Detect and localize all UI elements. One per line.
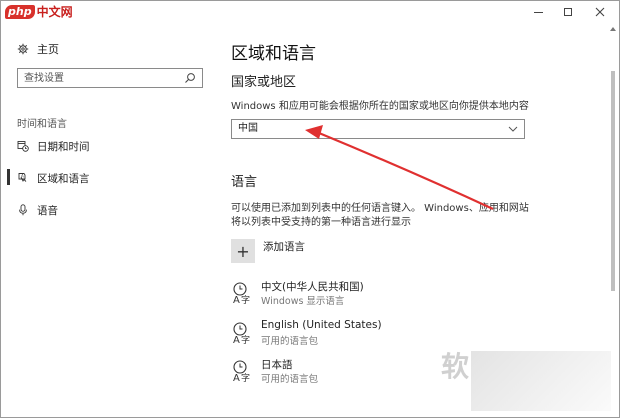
- sidebar: 主页 时间和语言 日期和时间 A: [1, 23, 209, 418]
- add-language-button[interactable]: +: [231, 239, 255, 263]
- sidebar-item-region-language[interactable]: A 区域和语言: [17, 170, 90, 186]
- close-icon: [595, 7, 605, 17]
- language-status: 可用的语言包: [261, 336, 319, 347]
- minimize-button[interactable]: [525, 1, 551, 23]
- language-clock-icon: A 字: [233, 322, 250, 345]
- language-clock-icon: A 字: [233, 360, 250, 383]
- sidebar-item-home[interactable]: 主页: [17, 41, 59, 57]
- scroll-up-arrow-icon[interactable]: [609, 25, 617, 33]
- svg-text:A: A: [233, 373, 240, 383]
- minimize-icon: [533, 11, 543, 13]
- country-section-title: 国家或地区: [231, 75, 297, 90]
- calendar-clock-icon: [17, 141, 29, 152]
- country-dropdown-value: 中国: [238, 123, 258, 134]
- scroll-thumb[interactable]: [611, 71, 615, 291]
- sidebar-item-speech[interactable]: 语音: [17, 202, 58, 218]
- country-description: Windows 和应用可能会根据你所在的国家或地区向你提供本地内容: [231, 101, 529, 112]
- language-status: 可用的语言包: [261, 374, 319, 385]
- sidebar-item-label: 区域和语言: [37, 172, 90, 185]
- sidebar-item-label: 日期和时间: [37, 140, 90, 153]
- chevron-down-icon: [508, 126, 518, 132]
- title-bar: php 中文网: [1, 1, 619, 23]
- svg-text:字: 字: [241, 334, 250, 345]
- site-logo: php 中文网: [5, 3, 73, 20]
- sidebar-home-label: 主页: [37, 43, 59, 56]
- sidebar-item-date-time[interactable]: 日期和时间: [17, 138, 90, 154]
- svg-text:A: A: [233, 335, 240, 345]
- sidebar-section-heading: 时间和语言: [17, 119, 67, 130]
- search-input[interactable]: [18, 69, 178, 87]
- language-description-line1: 可以使用已添加到列表中的任何语言键入。 Windows、应用和网站: [231, 203, 529, 214]
- maximize-icon: [564, 8, 572, 16]
- language-clock-icon: A 字: [233, 282, 250, 305]
- selection-indicator: [7, 169, 10, 185]
- country-dropdown[interactable]: 中国: [231, 119, 525, 139]
- maximize-button[interactable]: [555, 1, 581, 23]
- plus-icon: +: [236, 241, 250, 261]
- language-status: Windows 显示语言: [261, 296, 345, 307]
- watermark-text: 软: [441, 350, 470, 383]
- language-section-title: 语言: [231, 175, 258, 190]
- page-title: 区域和语言: [231, 44, 316, 64]
- gear-icon: [17, 43, 29, 55]
- language-name: English (United States): [261, 319, 382, 331]
- language-name: 中文(中华人民共和国): [261, 281, 364, 293]
- language-name: 日本語: [261, 359, 293, 371]
- globe-keyboard-icon: A: [18, 173, 27, 182]
- language-item[interactable]: A 字 中文(中华人民共和国) Windows 显示语言: [231, 279, 531, 309]
- add-language-label[interactable]: 添加语言: [263, 239, 305, 254]
- microphone-icon: [19, 204, 27, 216]
- close-button[interactable]: [587, 1, 613, 23]
- watermark-mosaic: [471, 351, 611, 411]
- svg-text:字: 字: [241, 372, 250, 383]
- brand-text: 中文网: [36, 5, 73, 19]
- language-description-line2: 将以列表中受支持的第一种语言进行显示: [231, 217, 411, 228]
- svg-text:A: A: [21, 174, 24, 179]
- svg-text:字: 字: [241, 294, 250, 305]
- sidebar-item-label: 语音: [37, 204, 58, 217]
- brand-badge: php: [5, 4, 35, 19]
- settings-window: php 中文网 主页 时间和语言: [0, 0, 620, 418]
- search-icon[interactable]: [184, 72, 196, 84]
- language-item[interactable]: A 字 English (United States) 可用的语言包: [231, 319, 531, 349]
- svg-text:A: A: [233, 295, 240, 305]
- search-box[interactable]: [17, 68, 203, 88]
